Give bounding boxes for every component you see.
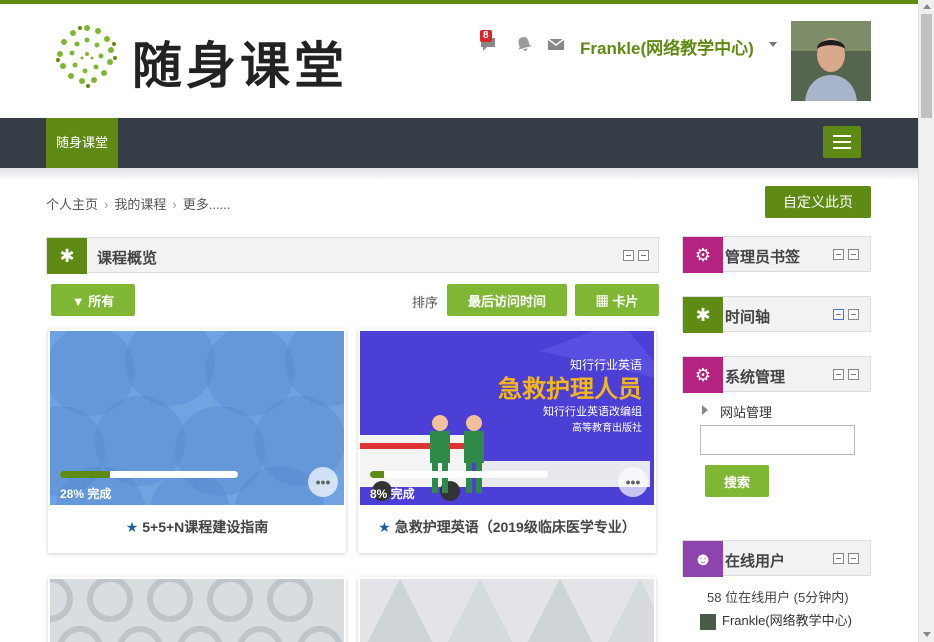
site-admin-header: ⚙ 系统管理 <box>682 356 871 393</box>
scroll-up-icon[interactable] <box>923 4 931 9</box>
breadcrumb: 个人主页 › 我的课程 › 更多...... <box>46 194 230 213</box>
collapse-icon[interactable] <box>623 250 634 261</box>
view-card-button[interactable]: ▦ 卡片 <box>575 284 659 316</box>
logo-dot-pattern <box>56 25 117 88</box>
course-card[interactable] <box>48 577 346 642</box>
breadcrumb-separator-icon: › <box>104 197 109 212</box>
course-card-title[interactable]: ★ 急救护理英语（2019级临床医学专业） <box>358 517 656 537</box>
breadcrumb-separator-icon: › <box>172 197 177 212</box>
dock-icon[interactable] <box>848 309 859 320</box>
asterisk-icon: ✱ <box>47 238 87 274</box>
users-icon: ☻ <box>683 541 723 577</box>
scroll-down-icon[interactable] <box>923 632 931 637</box>
course-progress-bar <box>60 471 238 478</box>
user-menu-name[interactable]: Frankle(网络教学中心) <box>580 34 754 59</box>
expand-icon[interactable] <box>833 309 844 320</box>
breadcrumb-item-my-courses[interactable]: 我的课程 <box>114 194 166 213</box>
dock-icon[interactable] <box>848 249 859 260</box>
mail-icon[interactable] <box>546 34 566 54</box>
expand-icon[interactable] <box>833 249 844 260</box>
filter-label: 所有 <box>88 293 115 309</box>
grid-icon: ▦ <box>595 293 609 309</box>
course-progress-fill <box>370 471 385 478</box>
page-header: 随身课堂 8 Frankle(网络教学中心) <box>0 4 918 118</box>
nav-brand-link[interactable]: 随身课堂 <box>46 118 118 168</box>
site-admin-title: 系统管理 <box>725 369 786 386</box>
admin-bookmarks-header: ⚙ 管理员书签 <box>682 236 871 273</box>
collapse-icon[interactable] <box>833 553 844 564</box>
course-progress-bar <box>370 471 548 478</box>
course-more-options-button[interactable]: ••• <box>618 467 648 497</box>
nav-menu-toggle-button[interactable] <box>823 126 861 158</box>
course-more-options-button[interactable]: ••• <box>308 467 338 497</box>
site-admin-link[interactable]: 网站管理 <box>701 402 773 421</box>
logo-text: 随身课堂 <box>132 36 348 95</box>
message-count-badge: 8 <box>480 30 492 42</box>
notification-bell-icon[interactable] <box>514 34 534 54</box>
course-title-text: 急救护理英语（2019级临床医学专业） <box>394 519 636 535</box>
online-user-avatar <box>700 613 716 630</box>
banner-line3: 高等教育出版社 <box>572 421 642 434</box>
course-card-title[interactable]: ★ 5+5+N课程建设指南 <box>48 517 346 537</box>
star-icon[interactable]: ★ <box>126 519 139 535</box>
course-card-image[interactable] <box>360 579 654 642</box>
gears-icon: ⚙ <box>683 237 723 273</box>
course-card[interactable]: 知行行业英语 急救护理人员 知行行业英语改编组 高等教育出版社 8% 完成 ••… <box>358 329 656 553</box>
star-icon[interactable]: ★ <box>378 519 391 535</box>
banner-line1: 知行行业英语 <box>570 358 642 372</box>
course-progress-fill <box>60 471 110 478</box>
timeline-header: ✱ 时间轴 <box>682 296 871 333</box>
sort-last-accessed-button[interactable]: 最后访问时间 <box>447 284 567 316</box>
dock-icon[interactable] <box>848 553 859 564</box>
user-avatar[interactable] <box>791 21 871 101</box>
online-user-item[interactable]: Frankle(网络教学中心) <box>700 610 852 630</box>
admin-bookmarks-title: 管理员书签 <box>725 249 801 266</box>
main-navbar: 随身课堂 <box>0 118 918 168</box>
dock-icon[interactable] <box>638 250 649 261</box>
online-user-name: Frankle(网络教学中心) <box>722 613 853 628</box>
user-menu-caret-icon[interactable] <box>769 42 777 47</box>
admin-search-input[interactable] <box>700 425 855 455</box>
course-card[interactable]: 28% 完成 ••• ★ 5+5+N课程建设指南 <box>48 329 346 553</box>
collapse-icon[interactable] <box>833 369 844 380</box>
site-admin-link-text: 网站管理 <box>720 405 773 420</box>
course-progress-text: 28% 完成 <box>60 487 112 501</box>
banner-title: 急救护理人员 <box>498 375 642 403</box>
online-users-title: 在线用户 <box>725 553 786 570</box>
navbar-shadow <box>0 168 918 182</box>
asterisk-icon: ✱ <box>683 297 723 333</box>
admin-search-button[interactable]: 搜索 <box>705 465 769 497</box>
filter-icon: ▼ <box>71 293 85 309</box>
breadcrumb-item-home[interactable]: 个人主页 <box>46 194 98 213</box>
page-scrollbar[interactable] <box>918 0 934 642</box>
course-title-text: 5+5+N课程建设指南 <box>142 519 269 535</box>
gears-icon: ⚙ <box>683 357 723 393</box>
course-card[interactable] <box>358 577 656 642</box>
messages-icon[interactable]: 8 <box>478 30 498 54</box>
view-label: 卡片 <box>612 293 639 309</box>
course-card-image[interactable] <box>50 579 344 642</box>
timeline-title: 时间轴 <box>725 309 771 326</box>
course-card-image[interactable]: 知行行业英语 急救护理人员 知行行业英语改编组 高等教育出版社 8% 完成 ••… <box>360 331 654 505</box>
course-overview-header: ✱ 课程概览 <box>46 237 659 274</box>
course-progress-text: 8% 完成 <box>370 487 415 501</box>
breadcrumb-item-more[interactable]: 更多...... <box>183 194 231 213</box>
sort-label: 排序 <box>412 295 439 310</box>
filter-all-button[interactable]: ▼ 所有 <box>51 284 135 316</box>
course-card-image[interactable]: 28% 完成 ••• <box>50 331 344 505</box>
course-overview-title: 课程概览 <box>97 250 158 267</box>
banner-line2: 知行行业英语改编组 <box>543 404 642 418</box>
online-users-header: ☻ 在线用户 <box>682 540 871 577</box>
online-users-count: 58 位在线用户 (5分钟内) <box>707 590 849 605</box>
customize-page-button[interactable]: 自定义此页 <box>765 186 871 218</box>
dock-icon[interactable] <box>848 369 859 380</box>
scrollbar-thumb[interactable] <box>921 14 932 118</box>
site-logo[interactable]: 随身课堂 <box>52 18 352 98</box>
